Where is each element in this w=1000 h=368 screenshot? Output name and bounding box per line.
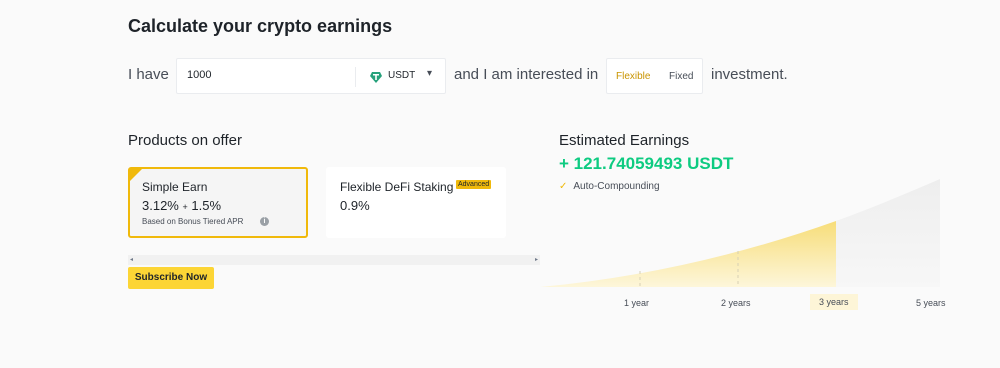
- info-icon[interactable]: i: [260, 217, 269, 226]
- calculator-row: I have 1000 USDT ▾ and I am interested i…: [128, 58, 828, 94]
- middle-label: and I am interested in: [454, 66, 599, 83]
- fixed-option[interactable]: Fixed: [669, 71, 693, 82]
- prefix-label: I have: [128, 66, 169, 83]
- subscribe-button[interactable]: Subscribe Now: [128, 267, 214, 289]
- product-card-simple-earn[interactable]: Simple Earn 3.12% + 1.5% Based on Bonus …: [128, 167, 308, 238]
- suffix-label: investment.: [711, 66, 788, 83]
- chart-area-selected: [540, 221, 836, 287]
- scroll-right-icon[interactable]: ▸: [535, 256, 538, 263]
- scroll-left-icon[interactable]: ◂: [130, 256, 133, 263]
- amount-input[interactable]: 1000 USDT ▾: [176, 58, 446, 94]
- tick-5-years[interactable]: 5 years: [916, 298, 946, 308]
- usdt-icon: [370, 72, 382, 83]
- amount-value[interactable]: 1000: [187, 69, 211, 81]
- tick-3-years[interactable]: 3 years: [810, 294, 858, 310]
- product-name: Flexible DeFi Staking: [340, 180, 454, 194]
- chevron-down-icon[interactable]: ▾: [427, 68, 432, 79]
- flexible-option[interactable]: Flexible: [616, 71, 650, 82]
- products-scrollbar[interactable]: ◂ ▸: [128, 255, 540, 265]
- page-title: Calculate your crypto earnings: [128, 16, 393, 36]
- estimated-earnings-value: + 121.74059493 USDT: [559, 154, 734, 173]
- input-divider: [355, 67, 356, 87]
- tick-1-year[interactable]: 1 year: [624, 298, 649, 308]
- tick-2-years[interactable]: 2 years: [721, 298, 751, 308]
- product-rate-note: Based on Bonus Tiered APR: [142, 217, 244, 226]
- product-card-defi-staking[interactable]: Flexible DeFi Staking Advanced 0.9%: [326, 167, 506, 238]
- product-name: Simple Earn: [142, 180, 208, 194]
- product-rate: 0.9%: [340, 198, 370, 213]
- investment-type-toggle[interactable]: Flexible Fixed: [606, 58, 703, 94]
- advanced-badge: Advanced: [456, 180, 492, 189]
- product-rate: 3.12% + 1.5%: [142, 198, 222, 213]
- earnings-chart: [540, 179, 940, 287]
- products-heading: Products on offer: [128, 132, 242, 149]
- earnings-heading: Estimated Earnings: [559, 132, 690, 149]
- chart-area-future: [836, 179, 940, 287]
- currency-select[interactable]: USDT: [388, 70, 415, 81]
- selected-corner-icon: [130, 169, 142, 181]
